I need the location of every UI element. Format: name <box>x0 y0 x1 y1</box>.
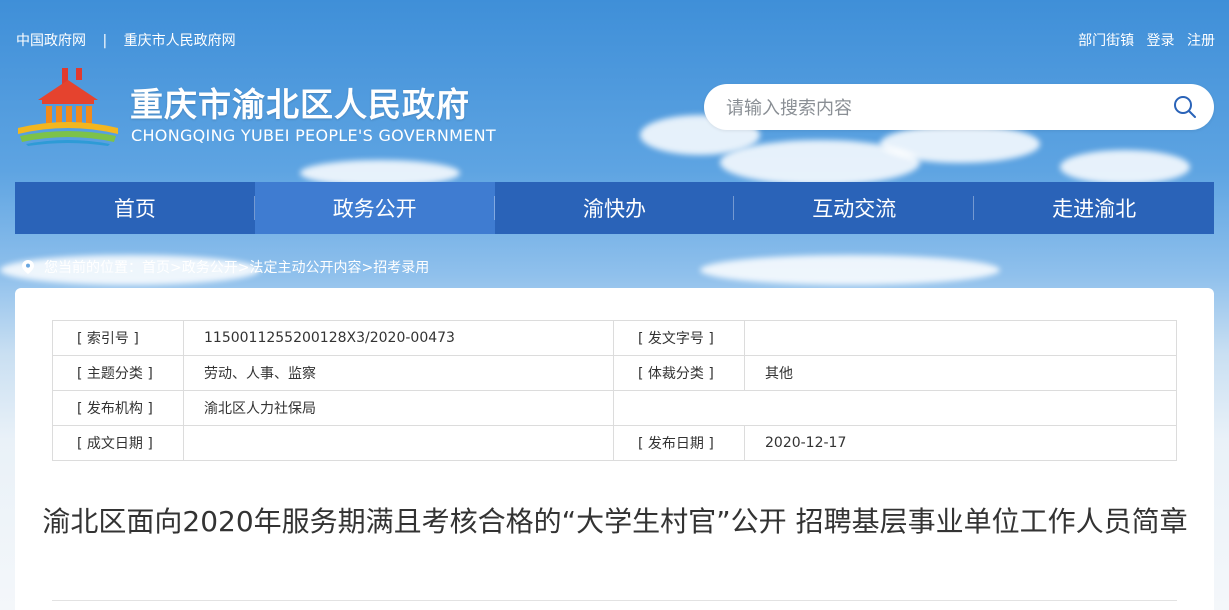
link-gov-chongqing[interactable]: 重庆市人民政府网 <box>124 33 236 49</box>
breadcrumb-recruitment[interactable]: >招考录用 <box>361 257 429 277</box>
meta-value <box>183 425 614 461</box>
nav-about-yubei[interactable]: 走进渝北 <box>974 182 1214 234</box>
meta-label: [ 成文日期 ] <box>52 425 184 461</box>
table-row: [ 成文日期 ] [ 发布日期 ] 2020-12-17 <box>52 425 1177 461</box>
site-subtitle: CHONGQING YUBEI PEOPLE'S GOVERNMENT <box>131 126 496 145</box>
user-links: 部门街镇 登录 注册 <box>1070 30 1215 50</box>
meta-label: [ 索引号 ] <box>52 320 184 356</box>
search-box <box>704 84 1214 132</box>
article-title: 渝北区面向2020年服务期满且考核合格的“大学生村官”公开 招聘基层事业单位工作… <box>42 505 1188 538</box>
dept-link[interactable]: 部门街镇 <box>1078 33 1134 49</box>
nav-yukuaiban[interactable]: 渝快办 <box>495 182 735 234</box>
site-logo-emblem <box>18 68 118 146</box>
meta-label: [ 体裁分类 ] <box>613 355 745 391</box>
meta-label: [ 发文字号 ] <box>613 320 745 356</box>
meta-value: 1150011255200128X3/2020-00473 <box>183 320 614 356</box>
site-title: 重庆市渝北区人民政府 <box>130 85 470 124</box>
nav-gov-affairs[interactable]: 政务公开 <box>254 182 495 234</box>
meta-value: 劳动、人事、监察 <box>183 355 614 391</box>
meta-label: [ 发布机构 ] <box>52 390 184 426</box>
search-input[interactable] <box>724 84 1158 132</box>
meta-value: 2020-12-17 <box>744 425 1177 461</box>
meta-value: 其他 <box>744 355 1177 391</box>
external-links: 中国政府网 | 重庆市人民政府网 <box>16 30 236 50</box>
breadcrumb-prefix: 您当前的位置： <box>44 260 142 276</box>
meta-label: [ 主题分类 ] <box>52 355 184 391</box>
meta-value <box>744 320 1177 356</box>
main-nav: 首页 政务公开 渝快办 互动交流 走进渝北 <box>15 182 1214 234</box>
divider <box>52 600 1177 601</box>
register-link[interactable]: 注册 <box>1187 33 1215 49</box>
meta-value: 渝北区人力社保局 <box>183 390 614 426</box>
meta-value <box>613 390 1177 426</box>
table-row: [ 发布机构 ] 渝北区人力社保局 <box>52 390 1177 426</box>
nav-home[interactable]: 首页 <box>15 182 255 234</box>
top-bar: 中国政府网 | 重庆市人民政府网 部门街镇 登录 注册 <box>0 0 1229 70</box>
breadcrumb: 您当前的位置： 首页 >政务公开 >法定主动公开内容 >招考录用 <box>22 257 429 277</box>
breadcrumb-home[interactable]: 首页 <box>142 257 170 277</box>
breadcrumb-public-content[interactable]: >法定主动公开内容 <box>238 257 362 277</box>
table-row: [ 主题分类 ] 劳动、人事、监察 [ 体裁分类 ] 其他 <box>52 355 1177 391</box>
document-meta-table: [ 索引号 ] 1150011255200128X3/2020-00473 [ … <box>52 320 1177 461</box>
link-gov-china[interactable]: 中国政府网 <box>16 33 86 49</box>
link-separator: | <box>102 33 108 49</box>
nav-interaction[interactable]: 互动交流 <box>734 182 974 234</box>
table-row: [ 索引号 ] 1150011255200128X3/2020-00473 [ … <box>52 320 1177 356</box>
login-link[interactable]: 登录 <box>1147 33 1175 49</box>
search-icon[interactable] <box>1172 94 1198 120</box>
location-pin-icon <box>22 260 34 274</box>
breadcrumb-gov-affairs[interactable]: >政务公开 <box>170 257 238 277</box>
meta-label: [ 发布日期 ] <box>613 425 745 461</box>
